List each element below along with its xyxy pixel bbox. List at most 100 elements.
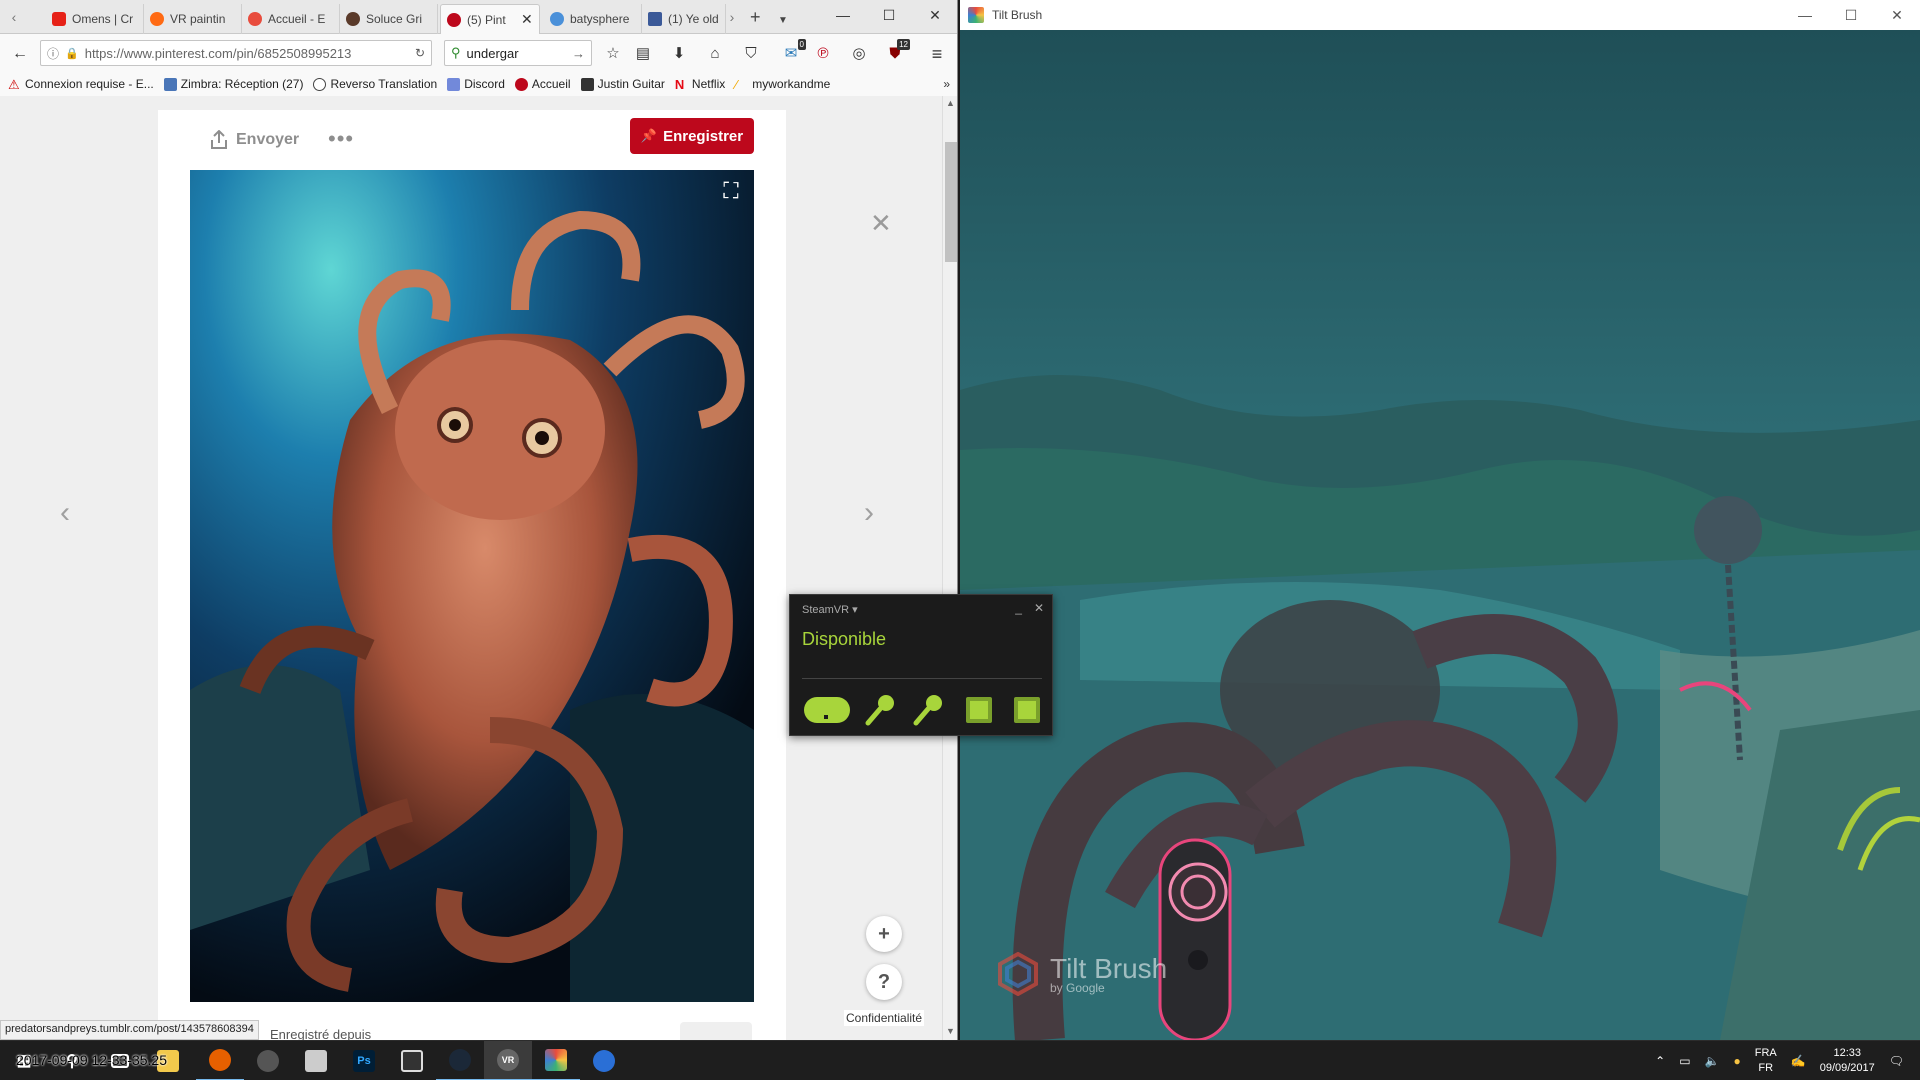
new-tab-button[interactable]: + xyxy=(750,8,761,26)
system-tray: ⌃ ▭ 🔈 ● FRA FR ✍ 12:33 09/09/2017 🗨 xyxy=(1655,1041,1920,1080)
site-icon xyxy=(346,12,360,26)
bookmark-item[interactable]: Reverso Translation xyxy=(313,77,437,91)
tray-overflow-icon[interactable]: ⌃ xyxy=(1655,1054,1665,1068)
bookmark-item[interactable]: ⚠ Connexion requise - E... xyxy=(8,77,154,91)
mail-extension-icon[interactable]: ✉ 0 xyxy=(780,39,806,65)
bookmark-label: myworkandme xyxy=(752,77,831,91)
close-icon[interactable]: ✕ xyxy=(912,0,957,30)
back-button[interactable]: ← xyxy=(8,42,32,66)
scroll-down-icon[interactable]: ▼ xyxy=(946,1026,955,1036)
bookmarks-overflow-icon[interactable]: » xyxy=(943,77,950,91)
status-bar-url: predatorsandpreys.tumblr.com/post/143578… xyxy=(0,1020,259,1040)
tab-pinterest[interactable]: (5) Pint ✕ xyxy=(440,4,540,34)
tab-facebook[interactable]: (1) Ye old xyxy=(642,4,726,34)
tab-batysphere[interactable]: batysphere xyxy=(544,4,642,34)
send-button[interactable]: Envoyer xyxy=(210,130,299,150)
tab-scroll-left-icon[interactable]: ‹ xyxy=(6,8,22,26)
search-go-icon[interactable]: → xyxy=(572,46,585,61)
save-button[interactable]: 📌 Enregistrer xyxy=(630,118,754,154)
url-text[interactable]: https://www.pinterest.com/pin/6852508995… xyxy=(85,46,403,61)
pen-icon[interactable]: ✍ xyxy=(1791,1054,1806,1068)
minimize-icon[interactable]: _ xyxy=(1015,601,1022,615)
tiltbrush-app-icon xyxy=(968,7,984,23)
search-bar[interactable]: ⚲ undergar → xyxy=(444,40,592,66)
taskbar-app-steam-client[interactable] xyxy=(244,1041,292,1080)
site-icon xyxy=(550,12,564,26)
taskbar-app-film[interactable] xyxy=(388,1041,436,1080)
maximize-icon[interactable]: ☐ xyxy=(1828,0,1874,30)
pinterest-icon xyxy=(447,12,461,27)
minimize-icon[interactable]: — xyxy=(820,0,866,30)
bookmark-item[interactable]: Discord xyxy=(447,77,505,91)
minimize-icon[interactable]: — xyxy=(1782,0,1828,30)
maximize-icon[interactable]: ☐ xyxy=(866,0,912,30)
controller-2-icon xyxy=(913,695,942,726)
steamvr-menu[interactable]: SteamVR ▾ xyxy=(802,603,858,616)
bookmark-item[interactable]: ⁄ myworkandme xyxy=(735,77,830,91)
taskbar-app-firefox[interactable] xyxy=(196,1041,244,1080)
zoom-in-button[interactable]: + xyxy=(866,916,902,952)
pinterest-extension-icon[interactable]: ℗ xyxy=(812,43,834,65)
bookmark-label: Accueil xyxy=(531,77,571,91)
extension-icon[interactable]: ◎ xyxy=(848,43,870,65)
tiltbrush-icon xyxy=(545,1049,567,1071)
language-indicator[interactable]: FRA FR xyxy=(1755,1046,1777,1076)
weather-icon[interactable]: ● xyxy=(1734,1054,1741,1068)
next-pin-icon[interactable]: › xyxy=(864,496,874,530)
search-engine-icon[interactable]: ⚲ xyxy=(451,45,461,61)
ublock-icon[interactable]: ⛊ 12 xyxy=(884,39,910,65)
reverso-icon xyxy=(313,77,327,91)
more-options-button[interactable]: ••• xyxy=(328,126,354,152)
search-input[interactable]: undergar xyxy=(467,46,566,61)
expand-icon[interactable]: ⛶ xyxy=(718,178,744,204)
help-button[interactable]: ? xyxy=(866,964,902,1000)
download-icon[interactable]: ⬇ xyxy=(668,43,690,65)
bookmark-item[interactable]: Accueil xyxy=(514,77,571,91)
url-bar[interactable]: ⓘ 🔒 https://www.pinterest.com/pin/685250… xyxy=(40,40,432,66)
bookmark-item[interactable]: N Netflix xyxy=(675,77,725,91)
tab-accueil[interactable]: Accueil - E xyxy=(242,4,340,34)
clock[interactable]: 12:33 09/09/2017 xyxy=(1820,1046,1875,1076)
taskbar-app-steam[interactable] xyxy=(436,1041,484,1080)
pin-image-octopus[interactable]: ⛶ xyxy=(190,170,754,1002)
taskbar-app-compass[interactable] xyxy=(580,1041,628,1080)
network-icon[interactable]: ▭ xyxy=(1679,1054,1690,1068)
bookmark-star-icon[interactable]: ☆ xyxy=(602,43,624,65)
tab-list-icon[interactable]: ▼ xyxy=(778,12,788,30)
close-icon[interactable]: ✕ xyxy=(1034,601,1044,615)
home-icon[interactable]: ⌂ xyxy=(704,43,726,65)
share-icon xyxy=(211,130,227,149)
tab-omens[interactable]: Omens | Cr xyxy=(46,4,144,34)
pocket-icon[interactable]: ⛉ xyxy=(740,43,762,65)
taskbar-app-photoshop[interactable]: Ps xyxy=(340,1041,388,1080)
scroll-up-icon[interactable]: ▲ xyxy=(946,98,955,108)
base-station-1-icon xyxy=(966,697,992,723)
privacy-link[interactable]: Confidentialité xyxy=(844,1010,925,1026)
visit-button[interactable] xyxy=(680,1022,752,1040)
tab-soluce[interactable]: Soluce Gri xyxy=(340,4,438,34)
volume-icon[interactable]: 🔈 xyxy=(1705,1054,1720,1068)
close-icon[interactable]: ✕ xyxy=(1874,0,1920,30)
previous-pin-icon[interactable]: ‹ xyxy=(60,496,70,530)
justin-guitar-icon xyxy=(580,77,594,91)
tab-scroll-right-icon[interactable]: › xyxy=(724,8,740,26)
taskbar-app-steamvr[interactable]: VR xyxy=(484,1041,532,1080)
notifications-icon[interactable]: 🗨 xyxy=(1889,1054,1904,1068)
steamvr-status: Disponible xyxy=(802,629,887,649)
close-pin-icon[interactable]: ✕ xyxy=(870,208,892,239)
page-scrollbar[interactable]: ▲ ▼ xyxy=(942,96,957,1040)
reload-icon[interactable]: ↻ xyxy=(409,46,431,60)
scroll-thumb[interactable] xyxy=(945,142,957,262)
compass-icon xyxy=(593,1050,615,1072)
tab-close-icon[interactable]: ✕ xyxy=(521,11,533,28)
tab-vr-painting[interactable]: VR paintin xyxy=(144,4,242,34)
taskbar-app-tilt[interactable] xyxy=(292,1041,340,1080)
tab-bar: ‹ Omens | Cr VR paintin Accueil - E Solu… xyxy=(0,0,957,34)
bookmark-item[interactable]: Zimbra: Réception (27) xyxy=(163,77,303,91)
taskbar-app-tiltbrush[interactable] xyxy=(532,1041,580,1080)
hamburger-menu-icon[interactable]: ≡ xyxy=(926,43,948,65)
tab-label: batysphere xyxy=(570,12,630,26)
bookmarks-menu-icon[interactable]: ▤ xyxy=(632,43,654,65)
bookmark-item[interactable]: Justin Guitar xyxy=(580,77,665,91)
info-icon[interactable]: ⓘ xyxy=(47,45,59,62)
